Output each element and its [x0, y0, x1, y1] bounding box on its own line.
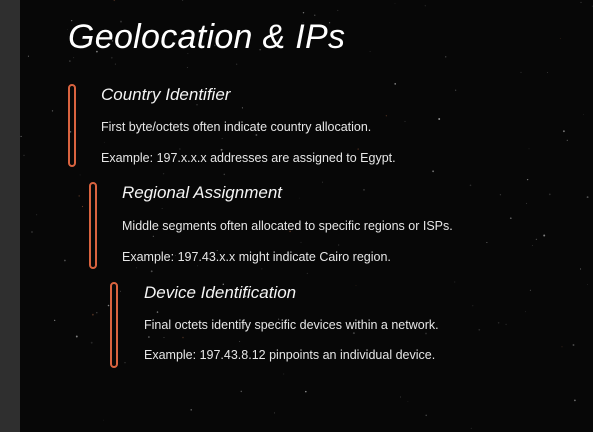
star	[547, 72, 548, 73]
item-heading: Device Identification	[144, 283, 297, 302]
star	[587, 284, 588, 286]
star	[73, 57, 75, 59]
item-description: First byte/octets often indicate country…	[101, 120, 372, 134]
star	[424, 5, 426, 7]
star	[574, 399, 576, 402]
item-example: Example: 197.43.8.12 pinpoints an indivi…	[144, 348, 436, 362]
star	[400, 396, 401, 398]
bracket-marker	[68, 84, 76, 167]
star	[27, 55, 29, 57]
star	[561, 346, 563, 348]
item-heading: Country Identifier	[101, 85, 231, 104]
star	[64, 259, 66, 262]
star	[432, 170, 435, 173]
star	[445, 56, 447, 58]
star	[337, 9, 339, 11]
list-item-country-identifier: Country Identifier First byte/octets oft…	[68, 84, 468, 168]
star	[274, 412, 275, 414]
star	[31, 231, 33, 233]
star	[306, 272, 308, 274]
star	[20, 135, 22, 137]
list-item-device-identification: Device Identification Final octets ident…	[110, 282, 510, 370]
star	[186, 67, 188, 68]
list-item-regional-assignment: Regional Assignment Middle segments ofte…	[89, 182, 529, 270]
star	[580, 1, 582, 3]
star	[190, 409, 192, 411]
star	[520, 71, 522, 73]
star	[407, 401, 409, 402]
star	[580, 268, 582, 270]
slide-title: Geolocation & IPs	[68, 18, 346, 56]
star	[543, 234, 546, 237]
bracket-marker	[110, 282, 118, 368]
star	[54, 319, 56, 322]
star	[425, 414, 427, 417]
star	[114, 63, 116, 65]
star	[526, 178, 529, 181]
star	[369, 51, 371, 52]
item-example: Example: 197.x.x.x addresses are assigne…	[101, 151, 396, 165]
star	[35, 214, 38, 216]
star	[113, 0, 116, 2]
star	[150, 270, 153, 273]
star	[96, 311, 98, 314]
star	[566, 139, 568, 142]
star	[79, 174, 81, 176]
star	[69, 60, 71, 62]
star	[583, 113, 584, 115]
star	[236, 63, 238, 65]
star	[548, 193, 551, 196]
star	[562, 130, 565, 133]
item-description: Final octets identify specific devices w…	[144, 318, 439, 332]
star	[591, 5, 593, 7]
star	[302, 12, 305, 14]
star	[51, 110, 54, 112]
star	[75, 335, 78, 338]
star	[181, 0, 184, 1]
star	[103, 419, 104, 421]
star	[92, 313, 94, 316]
star	[529, 289, 531, 291]
presentation-slide: Geolocation & IPs Country Identifier Fir…	[20, 0, 593, 432]
star	[283, 373, 285, 375]
item-heading: Regional Assignment	[122, 183, 283, 202]
star	[240, 390, 243, 393]
star	[586, 196, 589, 199]
star	[90, 341, 93, 344]
star	[223, 173, 226, 176]
item-description: Middle segments often allocated to speci…	[122, 219, 453, 233]
star	[531, 245, 533, 246]
star	[572, 344, 575, 346]
item-example: Example: 197.43.x.x might indicate Cairo…	[122, 250, 391, 264]
bracket-marker	[89, 182, 97, 269]
star	[528, 148, 530, 150]
star	[162, 173, 165, 175]
star	[525, 311, 526, 313]
star	[394, 2, 396, 4]
star	[559, 38, 561, 40]
star	[470, 427, 472, 429]
star	[305, 390, 307, 393]
star	[314, 14, 316, 16]
star	[81, 205, 84, 208]
left-panel-edge	[0, 0, 20, 432]
star	[110, 56, 113, 59]
star	[78, 195, 81, 197]
star	[535, 238, 538, 241]
star	[23, 154, 25, 157]
